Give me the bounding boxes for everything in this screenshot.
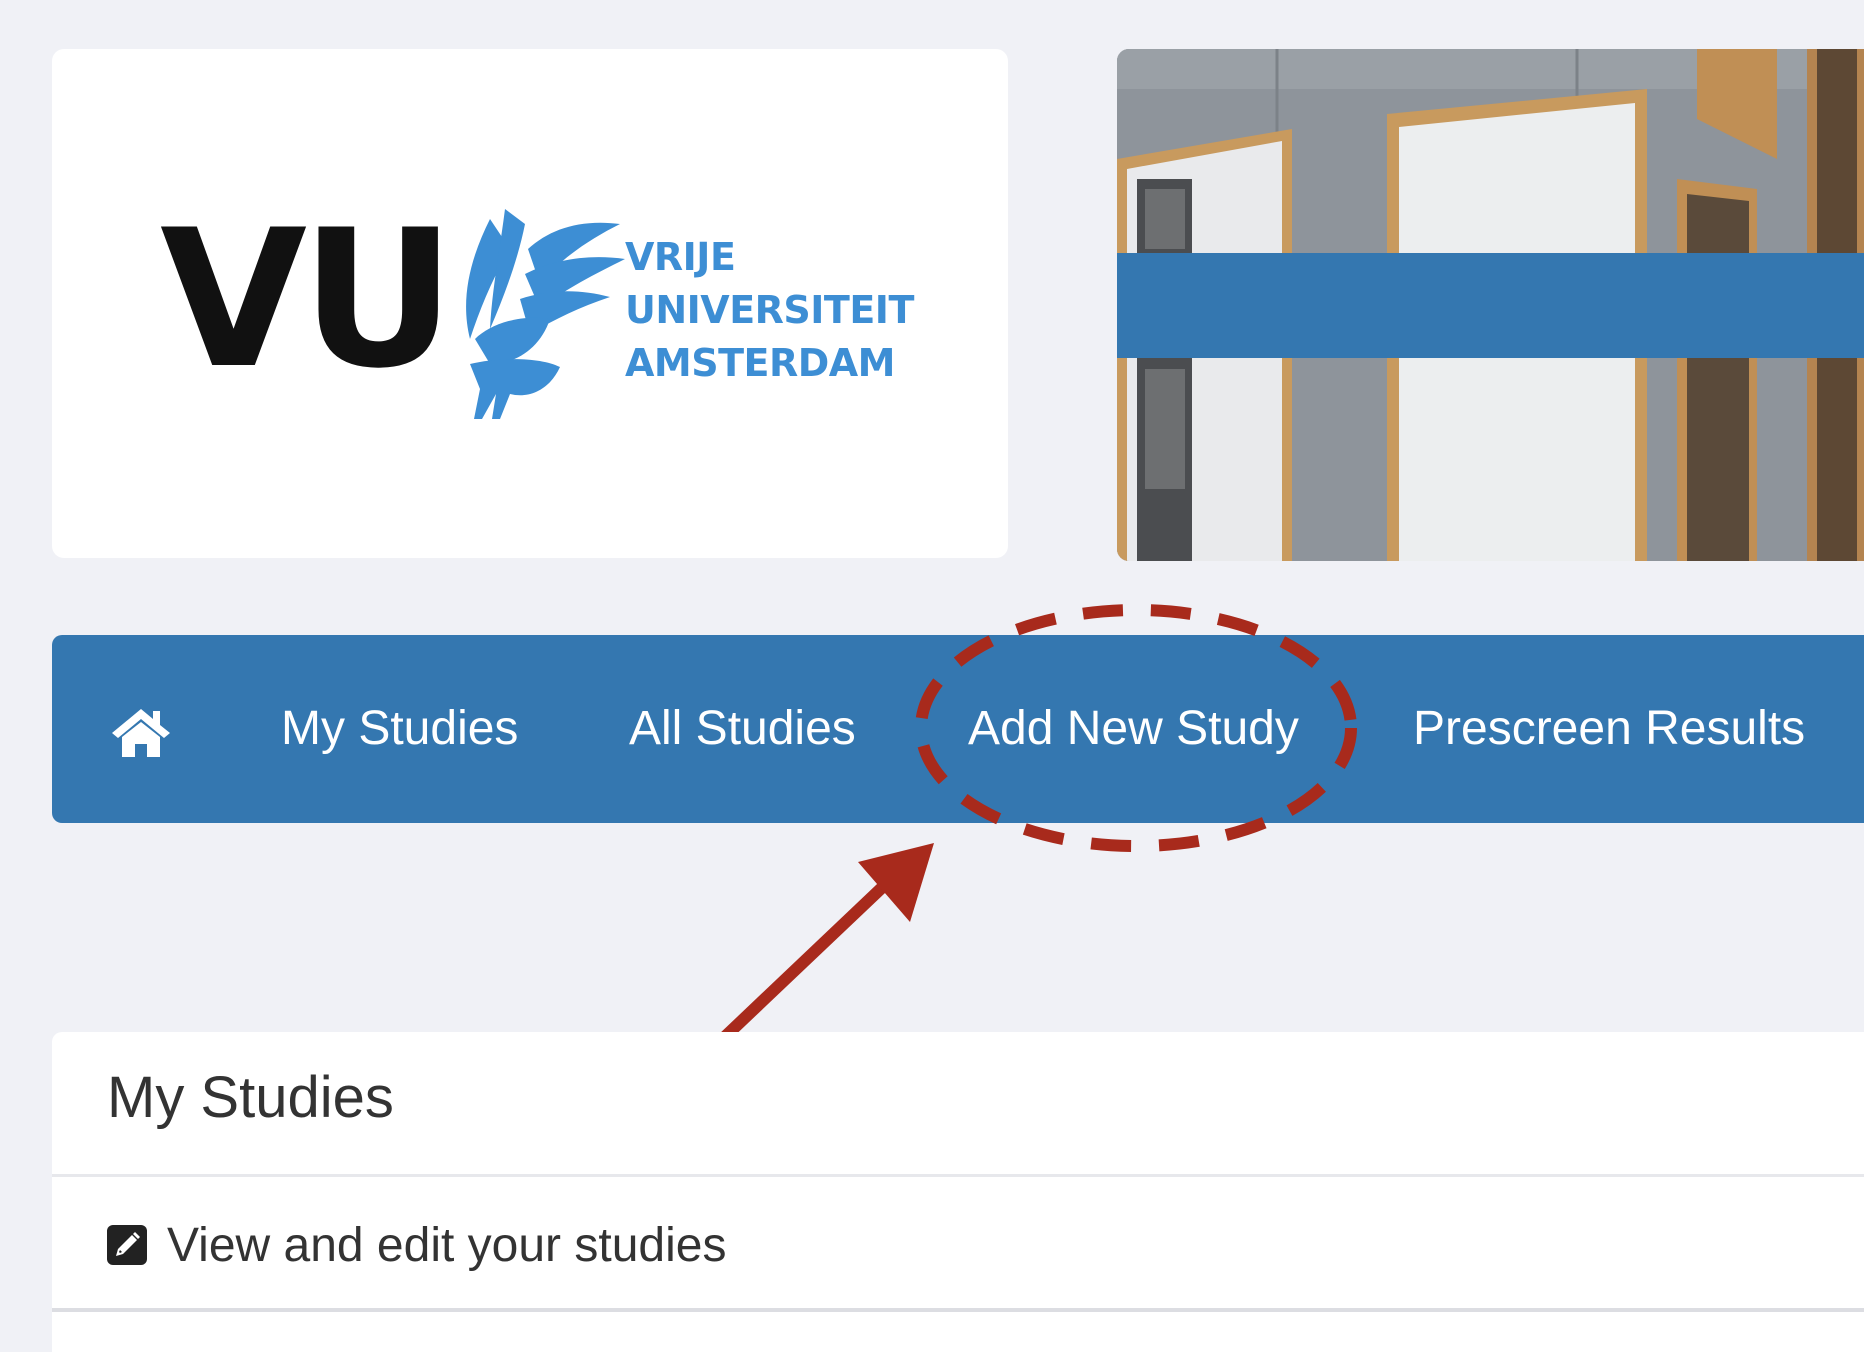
pointer-arrow-head — [858, 843, 934, 922]
nav-all-studies[interactable]: All Studies — [629, 635, 856, 823]
nav-add-new-study[interactable]: Add New Study — [968, 635, 1299, 823]
panel-row-divider — [52, 1308, 1864, 1312]
logo-word: AMSTERDAM — [625, 341, 895, 385]
home-icon[interactable] — [110, 707, 172, 757]
nav-my-studies[interactable]: My Studies — [281, 635, 518, 823]
logo-wordmark: VRIJE UNIVERSITEIT AMSTERDAM — [625, 231, 914, 390]
logo-word: UNIVERSITEIT — [625, 288, 914, 332]
building-photo — [1117, 49, 1864, 561]
university-logo-card: VU VRIJE UNIVERSITEIT AMSTERDAM — [52, 49, 1008, 558]
photo-blue-band — [1117, 253, 1864, 358]
logo-vu-mark: VU — [160, 189, 455, 410]
my-studies-panel: My Studies View and edit your studies — [52, 1032, 1864, 1352]
main-nav-bar: My Studies All Studies Add New Study Pre… — [52, 635, 1864, 823]
view-edit-studies-label[interactable]: View and edit your studies — [167, 1218, 726, 1273]
view-edit-studies-link[interactable]: View and edit your studies — [107, 1210, 726, 1280]
nav-prescreen-results[interactable]: Prescreen Results — [1413, 635, 1805, 823]
logo-word: VRIJE — [625, 235, 736, 279]
edit-icon — [107, 1225, 147, 1265]
panel-divider — [52, 1174, 1864, 1177]
panel-title: My Studies — [107, 1065, 394, 1130]
